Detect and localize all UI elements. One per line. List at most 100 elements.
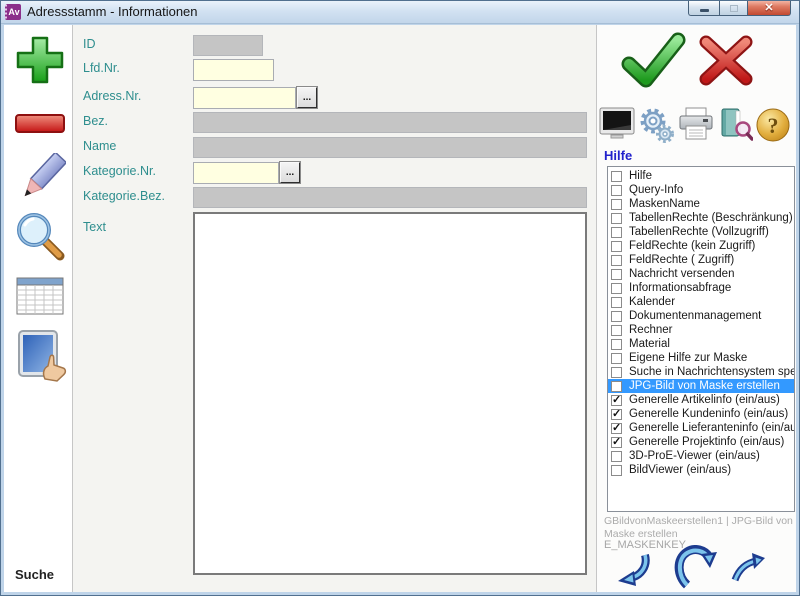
- checkbox-unchecked-icon[interactable]: [611, 212, 622, 224]
- minimize-button[interactable]: [688, 1, 719, 16]
- edit-pencil-icon: [14, 153, 66, 207]
- nav-refresh-button[interactable]: [673, 545, 717, 589]
- touch-screen-icon: [12, 329, 68, 383]
- document-search-button[interactable]: [717, 107, 753, 142]
- help-list-item-label: Eigene Hilfe zur Maske: [629, 352, 748, 364]
- checkbox-checked-icon[interactable]: ✓: [611, 422, 622, 434]
- checkbox-unchecked-icon[interactable]: [611, 184, 622, 196]
- print-button[interactable]: [678, 107, 714, 141]
- checkbox-unchecked-icon[interactable]: [611, 268, 622, 280]
- maximize-button[interactable]: [719, 1, 748, 16]
- window-controls: ✕: [688, 1, 791, 16]
- help-list-item[interactable]: 3D-ProE-Viewer (ein/aus): [608, 449, 794, 463]
- help-list-item[interactable]: FeldRechte (kein Zugriff): [608, 239, 794, 253]
- help-list-item[interactable]: JPG-Bild von Maske erstellen: [608, 379, 794, 393]
- help-list-item-label: TabellenRechte (Vollzugriff): [629, 226, 769, 238]
- adressnr-field[interactable]: [193, 87, 296, 109]
- screenshot-button[interactable]: [599, 107, 635, 141]
- help-list-item[interactable]: BildViewer (ein/aus): [608, 463, 794, 477]
- delete-record-button[interactable]: [12, 111, 68, 137]
- screenshot-monitor-icon: [599, 107, 635, 141]
- help-list-item[interactable]: Suche in Nachrichtensystem speich: [608, 365, 794, 379]
- help-list-item-label: Material: [629, 338, 670, 350]
- suche-label: Suche: [15, 567, 55, 582]
- help-list-item[interactable]: ✓ Generelle Lieferanteninfo (ein/aus): [608, 421, 794, 435]
- checkbox-unchecked-icon[interactable]: [611, 226, 622, 238]
- help-list-item[interactable]: Informationsabfrage: [608, 281, 794, 295]
- nav-forward-button[interactable]: [731, 552, 765, 584]
- checkbox-checked-icon[interactable]: ✓: [611, 408, 622, 420]
- help-section-title: Hilfe: [604, 148, 633, 163]
- field-label-lfdnr: Lfd.Nr.: [83, 61, 120, 75]
- arrow-forward-icon: [731, 552, 765, 584]
- add-record-button[interactable]: [12, 34, 68, 90]
- app-window: Av Adressstamm - Informationen ✕ Suche I…: [0, 0, 800, 596]
- touch-select-button[interactable]: [12, 329, 68, 383]
- help-list-item-label: Query-Info: [629, 184, 684, 196]
- help-list-item[interactable]: ✓ Generelle Kundeninfo (ein/aus): [608, 407, 794, 421]
- help-button[interactable]: ?: [755, 107, 791, 143]
- checkbox-checked-icon[interactable]: ✓: [611, 394, 622, 406]
- help-list-item[interactable]: Hilfe: [608, 169, 794, 183]
- kategorienr-field[interactable]: [193, 162, 279, 184]
- checkbox-unchecked-icon[interactable]: [611, 240, 622, 252]
- arrow-back-icon: [615, 551, 651, 587]
- checkbox-checked-icon[interactable]: ✓: [611, 436, 622, 448]
- help-list-item-label: Generelle Kundeninfo (ein/aus): [629, 408, 789, 420]
- red-x-icon: [695, 33, 757, 89]
- help-list-item[interactable]: Rechner: [608, 323, 794, 337]
- text-field[interactable]: [193, 212, 587, 575]
- kategorienr-lookup-button[interactable]: ...: [279, 161, 301, 184]
- help-list-item[interactable]: Eigene Hilfe zur Maske: [608, 351, 794, 365]
- help-list-item[interactable]: ✓ Generelle Projektinfo (ein/aus): [608, 435, 794, 449]
- help-list-item[interactable]: TabellenRechte (Beschränkung): [608, 211, 794, 225]
- help-list-item[interactable]: Query-Info: [608, 183, 794, 197]
- help-list-item[interactable]: Kalender: [608, 295, 794, 309]
- help-list-item[interactable]: TabellenRechte (Vollzugriff): [608, 225, 794, 239]
- help-list[interactable]: Hilfe Query-Info MaskenName TabellenRechte …: [607, 166, 795, 512]
- checkbox-unchecked-icon[interactable]: [611, 324, 622, 336]
- edit-record-button[interactable]: [12, 153, 68, 207]
- help-list-item[interactable]: Material: [608, 337, 794, 351]
- ok-button[interactable]: [619, 32, 687, 90]
- help-list-item[interactable]: MaskenName: [608, 197, 794, 211]
- help-list-item[interactable]: FeldRechte ( Zugriff): [608, 253, 794, 267]
- help-list-item-label: BildViewer (ein/aus): [629, 464, 732, 476]
- nav-back-button[interactable]: [615, 551, 651, 587]
- help-list-item[interactable]: Dokumentenmanagement: [608, 309, 794, 323]
- table-grid-icon: [16, 277, 64, 315]
- field-label-name: Name: [83, 139, 117, 153]
- close-icon: ✕: [764, 1, 774, 14]
- checkbox-unchecked-icon[interactable]: [611, 310, 622, 322]
- help-list-item-label: MaskenName: [629, 198, 700, 210]
- checkbox-unchecked-icon[interactable]: [611, 296, 622, 308]
- checkbox-unchecked-icon[interactable]: [611, 170, 622, 182]
- title-bar[interactable]: Av Adressstamm - Informationen ✕: [1, 1, 799, 24]
- help-list-item-label: FeldRechte ( Zugriff): [629, 254, 735, 266]
- adressnr-lookup-button[interactable]: ...: [296, 86, 318, 109]
- cancel-button[interactable]: [695, 33, 757, 89]
- table-view-button[interactable]: [12, 277, 68, 315]
- help-list-item[interactable]: ✓ Generelle Artikelinfo (ein/aus): [608, 393, 794, 407]
- checkbox-unchecked-icon[interactable]: [611, 282, 622, 294]
- search-record-button[interactable]: [12, 209, 68, 263]
- help-list-item-label: Hilfe: [629, 170, 653, 182]
- checkbox-unchecked-icon[interactable]: [611, 352, 622, 364]
- settings-button[interactable]: [638, 107, 674, 143]
- help-list-item-label: Generelle Projektinfo (ein/aus): [629, 436, 785, 448]
- checkbox-unchecked-icon[interactable]: [611, 380, 622, 392]
- checkbox-unchecked-icon[interactable]: [611, 198, 622, 210]
- maximize-icon: [729, 4, 738, 12]
- close-button[interactable]: ✕: [748, 1, 791, 16]
- checkbox-unchecked-icon[interactable]: [611, 450, 622, 462]
- help-list-item-label: FeldRechte (kein Zugriff): [629, 240, 756, 252]
- lfdnr-field[interactable]: [193, 59, 274, 81]
- left-toolbar: Suche: [4, 25, 73, 592]
- checkbox-unchecked-icon[interactable]: [611, 338, 622, 350]
- checkbox-unchecked-icon[interactable]: [611, 366, 622, 378]
- add-plus-icon: [14, 34, 66, 90]
- checkbox-unchecked-icon[interactable]: [611, 464, 622, 476]
- help-list-item[interactable]: Nachricht versenden: [608, 267, 794, 281]
- help-list-item-label: JPG-Bild von Maske erstellen: [629, 380, 780, 392]
- checkbox-unchecked-icon[interactable]: [611, 254, 622, 266]
